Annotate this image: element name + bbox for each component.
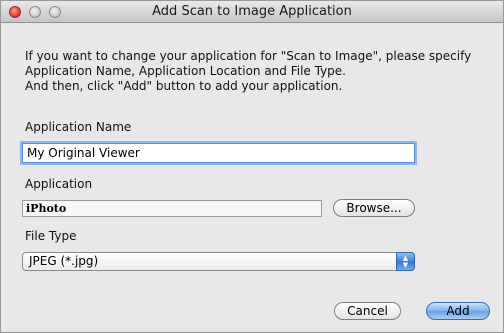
add-button[interactable]: Add — [426, 302, 490, 320]
application-path-field: iPhoto — [22, 200, 322, 217]
file-type-select[interactable]: JPEG (*.jpg) ▲ ▼ — [22, 252, 415, 271]
dialog-window: Add Scan to Image Application If you wan… — [0, 0, 504, 333]
application-name-input[interactable]: My Original Viewer — [22, 143, 415, 163]
chevron-updown-icon: ▲ ▼ — [396, 252, 415, 271]
application-label: Application — [25, 177, 93, 191]
window-title: Add Scan to Image Application — [152, 4, 352, 19]
file-type-label: File Type — [25, 229, 77, 243]
title-bar[interactable]: Add Scan to Image Application — [1, 1, 503, 23]
browse-button[interactable]: Browse... — [333, 199, 415, 217]
instructions-text: If you want to change your application f… — [25, 49, 490, 94]
instructions-line: Application Name, Application Location a… — [25, 64, 346, 78]
file-type-selected-value: JPEG (*.jpg) — [29, 254, 99, 268]
instructions-line: If you want to change your application f… — [25, 49, 472, 63]
cancel-button[interactable]: Cancel — [334, 302, 401, 320]
application-name-label: Application Name — [25, 120, 132, 134]
instructions-line: And then, click "Add" button to add your… — [25, 79, 343, 93]
